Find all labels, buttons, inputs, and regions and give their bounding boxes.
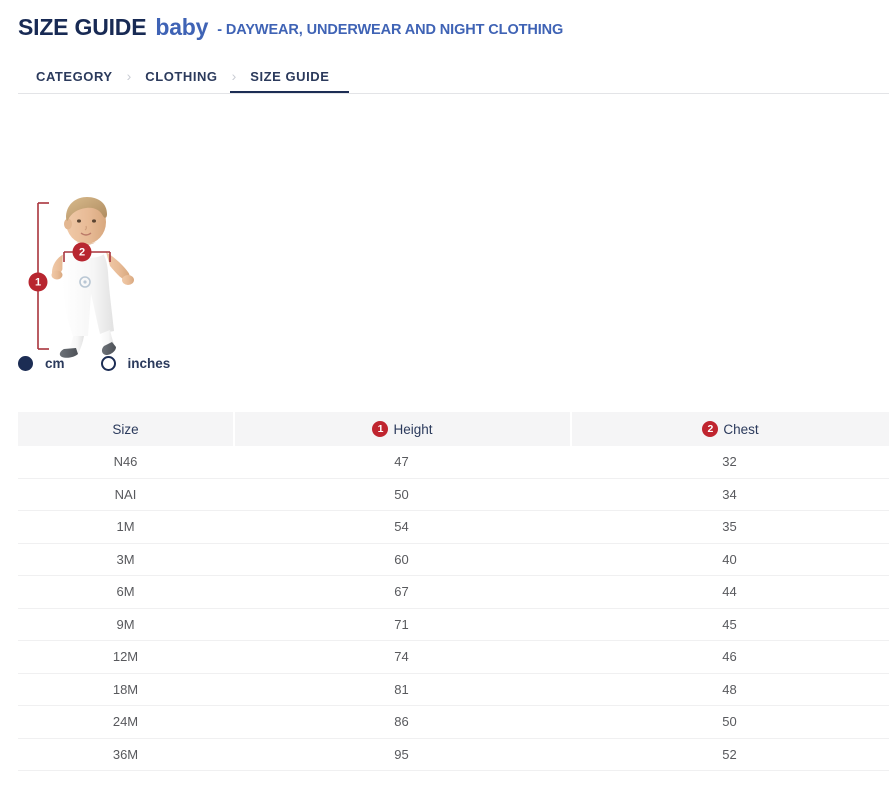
table-cell-height: 47 (233, 454, 570, 469)
table-header-height: 1 Height (233, 412, 570, 446)
table-cell-size: 12M (18, 649, 233, 664)
table-cell-height: 95 (233, 747, 570, 762)
table-cell-height: 60 (233, 552, 570, 567)
table-cell-height: 71 (233, 617, 570, 632)
size-table: Size 1 Height 2 Chest N464732NAI50341M54… (18, 412, 889, 771)
unit-selector: cm inches (18, 356, 170, 371)
page-title-subtitle: - DAYWEAR, UNDERWEAR AND NIGHT CLOTHING (217, 22, 563, 38)
breadcrumb-item-clothing[interactable]: CLOTHING (145, 69, 217, 94)
table-row: 3M6040 (18, 544, 889, 577)
table-row: 1M5435 (18, 511, 889, 544)
baby-body-group (52, 197, 135, 358)
unit-option-cm-label: cm (45, 356, 65, 371)
table-cell-size: 36M (18, 747, 233, 762)
baby-illustration-svg: 1 2 (18, 194, 168, 359)
table-header-height-label: Height (393, 422, 432, 437)
table-body: N464732NAI50341M54353M60406M67449M714512… (18, 446, 889, 771)
radio-cm-icon[interactable] (18, 356, 33, 371)
size-guide-page: SIZE GUIDE baby - DAYWEAR, UNDERWEAR AND… (0, 0, 889, 791)
table-cell-size: N46 (18, 454, 233, 469)
page-header: SIZE GUIDE baby - DAYWEAR, UNDERWEAR AND… (0, 0, 889, 41)
table-cell-chest: 45 (570, 617, 889, 632)
table-header-size-label: Size (112, 422, 138, 437)
table-header-row: Size 1 Height 2 Chest (18, 412, 889, 446)
table-cell-chest: 35 (570, 519, 889, 534)
table-cell-size: 3M (18, 552, 233, 567)
breadcrumb-item-category[interactable]: CATEGORY (36, 69, 113, 94)
table-cell-chest: 50 (570, 714, 889, 729)
height-marker-label: 1 (35, 277, 41, 289)
radio-inches-icon[interactable] (101, 356, 116, 371)
table-cell-chest: 52 (570, 747, 889, 762)
table-cell-size: 6M (18, 584, 233, 599)
table-cell-chest: 46 (570, 649, 889, 664)
table-cell-size: 18M (18, 682, 233, 697)
height-badge-icon: 1 (372, 421, 388, 437)
breadcrumb: CATEGORY › CLOTHING › SIZE GUIDE (0, 57, 889, 94)
table-cell-chest: 48 (570, 682, 889, 697)
table-row: 12M7446 (18, 641, 889, 674)
table-cell-height: 74 (233, 649, 570, 664)
table-cell-height: 81 (233, 682, 570, 697)
baby-figure: 1 2 (18, 194, 168, 359)
table-cell-size: 9M (18, 617, 233, 632)
table-cell-height: 50 (233, 487, 570, 502)
page-title-main: SIZE GUIDE (18, 14, 146, 41)
height-measure-line: 1 (29, 203, 50, 349)
table-cell-chest: 40 (570, 552, 889, 567)
table-row: 18M8148 (18, 674, 889, 707)
table-cell-chest: 44 (570, 584, 889, 599)
table-cell-size: NAI (18, 487, 233, 502)
chest-marker-label: 2 (79, 247, 85, 259)
table-row: N464732 (18, 446, 889, 479)
table-row: 36M9552 (18, 739, 889, 772)
table-cell-height: 54 (233, 519, 570, 534)
page-title: SIZE GUIDE baby - DAYWEAR, UNDERWEAR AND… (18, 14, 889, 41)
table-cell-height: 67 (233, 584, 570, 599)
table-header-chest-label: Chest (723, 422, 758, 437)
table-row: 9M7145 (18, 609, 889, 642)
table-cell-size: 1M (18, 519, 233, 534)
table-cell-chest: 34 (570, 487, 889, 502)
chest-badge-icon: 2 (702, 421, 718, 437)
breadcrumb-item-size-guide[interactable]: SIZE GUIDE (250, 69, 329, 94)
table-row: 6M6744 (18, 576, 889, 609)
table-cell-height: 86 (233, 714, 570, 729)
unit-option-inches-label: inches (128, 356, 171, 371)
table-header-chest: 2 Chest (570, 412, 889, 446)
page-title-category: baby (155, 14, 208, 41)
chevron-right-icon: › (127, 68, 132, 94)
table-header-size: Size (18, 412, 233, 446)
unit-option-inches[interactable]: inches (101, 356, 171, 371)
table-cell-size: 24M (18, 714, 233, 729)
measurement-figure-area: 1 2 (0, 94, 889, 359)
unit-option-cm[interactable]: cm (18, 356, 65, 371)
table-cell-chest: 32 (570, 454, 889, 469)
table-row: 24M8650 (18, 706, 889, 739)
table-row: NAI5034 (18, 479, 889, 512)
